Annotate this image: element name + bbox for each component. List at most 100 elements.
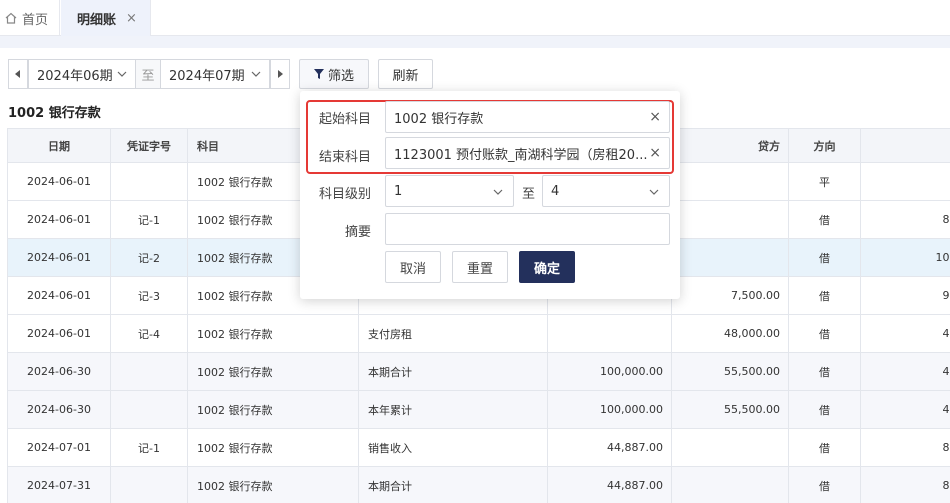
cell-direction: 借 [788,314,861,353]
start-subject-input[interactable]: 1002 银行存款 × [385,101,670,133]
cell-date: 2024-06-01 [7,276,111,315]
level-to-select[interactable]: 4 [542,175,670,207]
next-period-button[interactable] [270,59,290,89]
subject-level-label: 科目级别 [318,187,371,202]
cell-balance: 88,8 [860,200,950,239]
cell-direction: 借 [788,466,861,503]
cell-summary: 本期合计 [358,352,548,391]
cell-voucher [110,390,188,429]
summary-input[interactable] [385,213,670,245]
end-period-value: 2024年07期 [169,68,245,84]
caret-right-icon [278,70,283,78]
period-to-separator: 至 [136,59,160,89]
cell-credit: 48,000.00 [671,314,789,353]
table-row[interactable]: 2024-06-30 1002 银行存款 本期合计 100,000.00 55,… [7,352,950,391]
table-row[interactable]: 2024-07-31 1002 银行存款 本期合计 44,887.00 借 89… [7,466,950,503]
cell-subject: 1002 银行存款 [187,352,359,391]
cell-date: 2024-06-30 [7,352,111,391]
cell-subject: 1002 银行存款 [187,314,359,353]
cell-debit: 44,887.00 [547,466,672,503]
table-row[interactable]: 2024-06-30 1002 银行存款 本年累计 100,000.00 55,… [7,390,950,429]
start-period-select[interactable]: 2024年06期 [28,59,136,89]
start-subject-value: 1002 银行存款 [394,111,484,127]
cell-summary: 本年累计 [358,390,548,429]
end-subject-input[interactable]: 1123001 预付账款_南湖科学园（房租20... × [385,137,670,169]
end-subject-label: 结束科目 [318,150,371,165]
cell-voucher[interactable]: 记-4 [110,314,188,353]
cell-date: 2024-06-01 [7,238,111,277]
tab-ledger[interactable]: 明细账 × [61,0,151,36]
header-credit[interactable]: 贷方 [671,128,789,163]
cell-balance: 44,5 [860,390,950,429]
confirm-button[interactable]: 确定 [519,251,575,283]
cell-direction: 平 [788,162,861,201]
cell-balance: 44,5 [860,352,950,391]
end-subject-value: 1123001 预付账款_南湖科学园（房租20... [394,147,648,163]
reset-button[interactable]: 重置 [452,251,508,283]
cell-direction: 借 [788,238,861,277]
cell-direction: 借 [788,200,861,239]
cell-balance: 44,5 [860,314,950,353]
refresh-button[interactable]: 刷新 [378,59,433,89]
close-icon[interactable]: × [126,11,137,26]
cell-date: 2024-06-01 [7,162,111,201]
cell-summary: 支付房租 [358,314,548,353]
start-subject-label: 起始科目 [318,112,371,127]
header-date[interactable]: 日期 [7,128,111,163]
cell-voucher[interactable]: 记-1 [110,428,188,467]
level-to-label: 至 [522,187,536,202]
header-direction[interactable]: 方向 [788,128,861,163]
header-balance[interactable] [860,128,950,163]
cell-credit: 55,500.00 [671,390,789,429]
cell-credit [671,162,789,201]
cell-subject: 1002 银行存款 [187,466,359,503]
cell-balance: 100,0 [860,238,950,277]
cell-summary: 本期合计 [358,466,548,503]
cell-date: 2024-07-01 [7,428,111,467]
cell-subject: 1002 银行存款 [187,390,359,429]
chevron-down-icon [251,71,261,77]
cell-balance [860,162,950,201]
cell-credit: 55,500.00 [671,352,789,391]
tab-ledger-label: 明细账 [77,12,117,28]
cancel-button[interactable]: 取消 [385,251,441,283]
prev-period-button[interactable] [8,59,28,89]
cell-date: 2024-06-01 [7,314,111,353]
cell-direction: 借 [788,428,861,467]
cell-voucher[interactable]: 记-1 [110,200,188,239]
filter-popup: 起始科目 1002 银行存款 × 结束科目 1123001 预付账款_南湖科学园… [300,91,680,299]
cell-debit: 44,887.00 [547,428,672,467]
cell-direction: 借 [788,276,861,315]
cell-debit [547,314,672,353]
cell-balance: 92,5 [860,276,950,315]
tab-home[interactable]: 首页 [0,0,60,36]
cell-summary: 销售收入 [358,428,548,467]
chevron-down-icon [493,189,503,195]
cell-voucher [110,352,188,391]
cell-credit [671,466,789,503]
tab-home-label: 首页 [22,12,49,28]
cell-direction: 借 [788,352,861,391]
start-period-value: 2024年06期 [37,68,113,84]
cell-debit: 100,000.00 [547,390,672,429]
cell-credit [671,238,789,277]
table-row[interactable]: 2024-06-01 记-4 1002 银行存款 支付房租 48,000.00 … [7,314,950,353]
clear-icon[interactable]: × [649,109,661,125]
caret-left-icon [15,70,20,78]
end-period-select[interactable]: 2024年07期 [160,59,270,89]
level-from-select[interactable]: 1 [385,175,514,207]
cell-credit [671,200,789,239]
cell-date: 2024-06-30 [7,390,111,429]
header-voucher[interactable]: 凭证字号 [110,128,188,163]
table-row[interactable]: 2024-07-01 记-1 1002 银行存款 销售收入 44,887.00 … [7,428,950,467]
cell-voucher[interactable]: 记-2 [110,238,188,277]
filter-button[interactable]: 筛选 [299,59,369,89]
account-title: 1002 银行存款 [8,106,101,121]
level-from-value: 1 [394,183,403,199]
clear-icon[interactable]: × [649,145,661,161]
cell-balance: 89,3 [860,428,950,467]
cell-voucher[interactable]: 记-3 [110,276,188,315]
filter-button-label: 筛选 [327,68,354,84]
cell-date: 2024-06-01 [7,200,111,239]
summary-label: 摘要 [344,225,371,240]
